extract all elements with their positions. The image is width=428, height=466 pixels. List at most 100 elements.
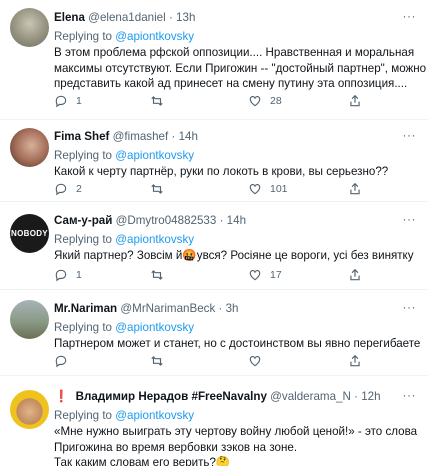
timestamp[interactable]: 14h [179,130,198,143]
more-icon[interactable]: ··· [403,298,417,316]
reply-icon [55,183,67,196]
tweet-text: «Мне нужно выиграть эту чертову войну лю… [54,424,418,466]
tweet-header: Сам-у-рай @Dmytro04882533 · 14h ··· [54,212,418,230]
reply-icon [55,355,67,368]
avatar[interactable]: NOBODY [10,214,49,253]
tweet[interactable]: Elena @elena1daniel · 13h ··· Replying t… [0,0,428,120]
share-button[interactable] [348,94,370,108]
tweet-text: В этом проблема рфской оппозиции.... Нра… [54,45,427,92]
more-icon[interactable]: ··· [403,7,417,25]
replying-to: Replying to @apiontkovsky [54,29,418,44]
like-button[interactable]: 17 [248,268,282,282]
author-name[interactable]: Сам-у-рай [54,214,112,227]
more-icon[interactable]: ··· [403,210,417,228]
replying-to: Replying to @apiontkovsky [54,148,418,163]
reply-count: 1 [76,95,82,107]
author-handle[interactable]: @Dmytro04882533 [116,214,217,227]
replying-to-link[interactable]: @apiontkovsky [115,30,194,43]
share-button[interactable] [348,182,370,196]
retweet-button[interactable] [150,354,172,368]
more-icon[interactable]: ··· [403,126,417,144]
retweet-button[interactable] [150,268,172,282]
avatar[interactable] [10,390,49,429]
replying-to-label: Replying to [54,409,113,422]
avatar[interactable] [10,8,49,47]
tweet-header: ❗ Владимир Нерадов #FreeNavalny @valdera… [54,388,418,406]
timestamp[interactable]: 12h [361,390,380,403]
avatar[interactable] [10,128,49,167]
like-count: 101 [270,183,288,195]
tweet[interactable]: ❗ Владимир Нерадов #FreeNavalny @valdera… [0,376,428,466]
reply-button[interactable] [54,354,76,368]
tweet[interactable]: Mr.Nariman @MrNarimanBeck · 3h ··· Reply… [0,290,428,376]
share-icon [350,94,360,107]
tweet[interactable]: Fima Shef @fimashef · 14h ··· Replying t… [0,120,428,202]
like-icon [249,356,261,367]
tweet-actions: 1 28 [54,94,394,110]
retweet-button[interactable] [150,94,172,108]
replying-to-label: Replying to [54,321,113,334]
replying-to-link[interactable]: @apiontkovsky [115,149,194,162]
share-button[interactable] [348,354,370,368]
author-handle[interactable]: @fimashef [113,130,169,143]
replying-to-link[interactable]: @apiontkovsky [115,321,194,334]
avatar[interactable] [10,300,49,339]
author-handle[interactable]: @elena1daniel [88,11,166,24]
tweet-text-line: Какой к черту партнёр, руки по локоть в … [54,165,389,178]
author-handle[interactable]: @valderama_N [270,390,351,403]
like-button[interactable] [248,354,270,368]
reply-button[interactable]: 1 [54,268,82,282]
tweet-actions [54,354,394,370]
replying-to: Replying to @apiontkovsky [54,408,418,423]
tweet-header: Elena @elena1daniel · 13h ··· [54,9,418,27]
author-handle[interactable]: @MrNarimanBeck [120,302,215,315]
author-name[interactable]: Elena [54,11,85,24]
more-icon[interactable]: ··· [403,386,417,404]
retweet-icon [151,184,163,194]
share-button[interactable] [348,268,370,282]
replying-to-label: Replying to [54,149,113,162]
separator: · [171,130,176,143]
tweet-text: Який партнер? Зовсім й🤬увся? Росіяне це … [54,248,418,264]
tweet[interactable]: NOBODY Сам-у-рай @Dmytro04882533 · 14h ·… [0,202,428,290]
tweet-actions: 2 101 [54,182,394,198]
timestamp[interactable]: 13h [176,11,195,24]
tweet-text: Какой к черту партнёр, руки по локоть в … [54,164,418,180]
tweet-text-line: Який партнер? Зовсім й🤬увся? Росіяне це … [54,249,414,262]
timestamp[interactable]: 3h [226,302,239,315]
reply-icon [55,269,67,282]
author-name[interactable]: Mr.Nariman [54,302,117,315]
share-icon [350,354,360,367]
tweet-text: Партнером может и станет, но с достоинст… [54,336,421,352]
retweet-icon [151,96,163,106]
avatar-text: NOBODY [11,229,48,238]
reply-button[interactable]: 2 [54,182,82,196]
separator: · [354,390,358,403]
separator: · [219,214,224,227]
reply-button[interactable]: 1 [54,94,82,108]
timestamp[interactable]: 14h [227,214,246,227]
like-count: 28 [270,95,282,107]
like-icon [249,270,261,281]
author-name[interactable]: Fima Shef [54,130,109,143]
share-icon [350,182,360,195]
separator: · [218,302,223,315]
tweet-text-line: Партнером может и станет, но с достоинст… [54,337,421,350]
reply-count: 2 [76,183,82,195]
like-count: 17 [270,269,282,281]
tweet-text-line: Пригожина во время вербовки зэков на зон… [54,440,298,454]
retweet-button[interactable] [150,182,172,196]
like-icon [249,96,261,107]
tweet-text-line: Так каким словам его верить?🤔 [54,456,231,466]
replying-to-label: Replying to [54,233,113,246]
retweet-icon [151,270,163,280]
tweet-text-line: максимы отсутствуют. Если Пригожин -- "д… [54,61,427,75]
like-button[interactable]: 101 [248,182,288,196]
tweet-header: Mr.Nariman @MrNarimanBeck · 3h ··· [54,300,418,318]
share-icon [350,268,360,281]
replying-to-link[interactable]: @apiontkovsky [115,233,194,246]
tweet-actions: 1 17 [54,268,394,284]
like-button[interactable]: 28 [248,94,282,108]
replying-to-link[interactable]: @apiontkovsky [115,409,194,422]
author-name[interactable]: Владимир Нерадов #FreeNavalny [76,390,267,403]
